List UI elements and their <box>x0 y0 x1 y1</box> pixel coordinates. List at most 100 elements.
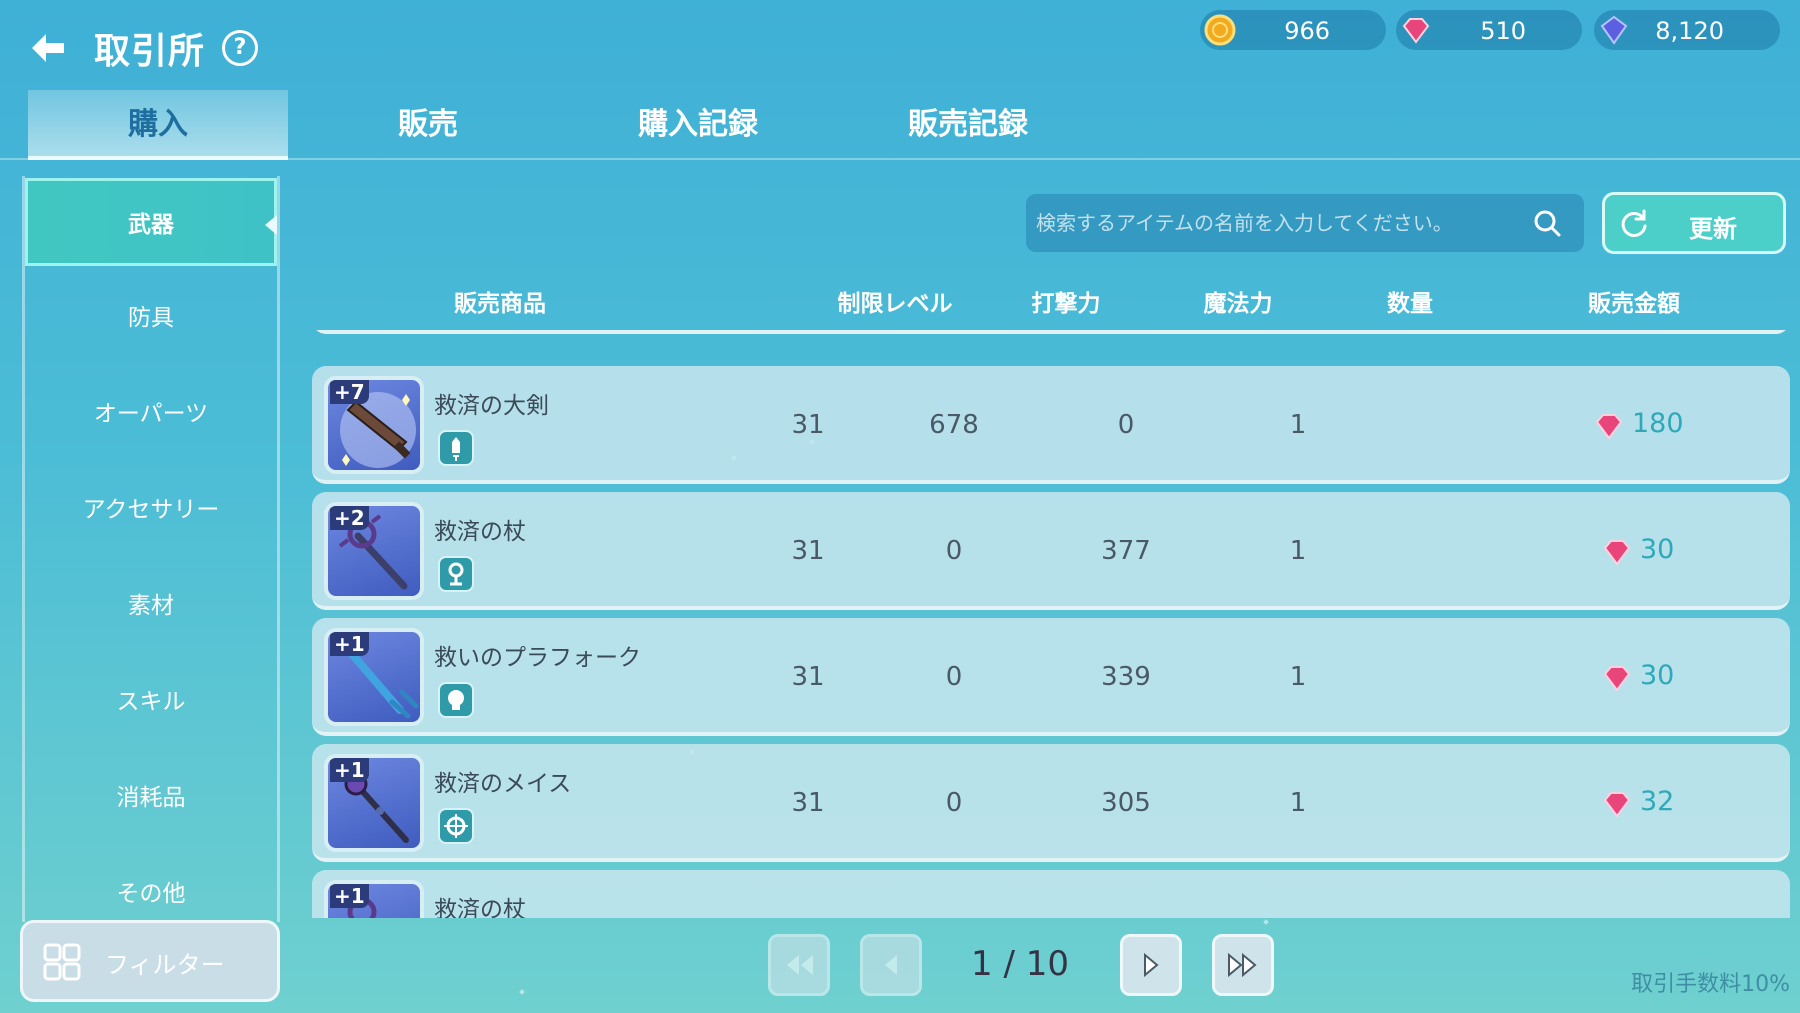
column-header-attack: 打撃力 <box>1031 291 1101 317</box>
item-level: 31 <box>791 788 825 818</box>
item-magic: 339 <box>1101 662 1151 692</box>
gold-value: 966 <box>1284 17 1330 45</box>
sidebar-item-oparts[interactable]: オーパーツ <box>25 370 277 458</box>
tab-sell[interactable]: 販売 <box>298 90 558 160</box>
column-header-quantity: 数量 <box>1387 291 1433 317</box>
tab-sell-history[interactable]: 販売記録 <box>838 90 1098 160</box>
item-attack: 0 <box>945 536 963 566</box>
item-level: 31 <box>791 536 825 566</box>
item-level: 31 <box>791 410 825 440</box>
tab-buy[interactable]: 購入 <box>28 90 288 160</box>
sidebar-item-weapons[interactable]: 武器 <box>25 178 277 266</box>
chevron-left-icon <box>885 955 897 975</box>
pink-gem-icon <box>1402 18 1430 44</box>
item-list: +7 救済の大剣 31 678 0 1 180 +2 救済の杖 31 0 377… <box>312 330 1790 918</box>
enhance-level: +1 <box>330 758 369 782</box>
blue-gem-value: 8,120 <box>1655 17 1724 45</box>
item-price: 30 <box>1640 660 1675 691</box>
tab-bar: 購入 販売 購入記録 販売記録 <box>28 90 1788 160</box>
grid-icon <box>43 943 81 981</box>
search-box <box>1026 194 1584 252</box>
filter-button[interactable]: フィルター <box>20 920 280 1002</box>
staff-type-icon <box>438 556 474 592</box>
sparkle <box>519 989 525 995</box>
refresh-icon <box>1621 209 1647 237</box>
column-header-magic: 魔法力 <box>1203 291 1273 317</box>
gold-coin-icon <box>1204 14 1236 46</box>
item-quantity: 1 <box>1289 788 1307 818</box>
page-title: 取引所 <box>94 31 206 72</box>
sidebar-item-consumables[interactable]: 消耗品 <box>25 754 277 842</box>
tab-divider <box>0 158 1800 160</box>
first-page-button[interactable] <box>768 934 830 996</box>
skull-type-icon <box>438 682 474 718</box>
item-name: 救済の杖 <box>434 519 526 545</box>
currency-gold: 966 <box>1200 10 1386 50</box>
search-icon[interactable] <box>1532 208 1562 238</box>
chevron-right-icon <box>1144 952 1159 978</box>
currency-pink-gem: 510 <box>1396 10 1582 50</box>
item-attack: 0 <box>945 662 963 692</box>
item-attack: 0 <box>945 788 963 818</box>
category-sidebar: 武器 防具 オーパーツ アクセサリー 素材 スキル 消耗品 その他 <box>22 176 280 922</box>
column-header-item: 販売商品 <box>454 291 546 317</box>
item-name: 救済の杖 <box>434 897 526 918</box>
table-row[interactable]: +1 救済の杖 <box>312 870 1790 918</box>
next-page-button[interactable] <box>1120 934 1182 996</box>
help-button[interactable]: ? <box>222 30 258 66</box>
column-header-price: 販売金額 <box>1588 291 1680 317</box>
last-page-button[interactable] <box>1212 934 1274 996</box>
enhance-level: +7 <box>330 380 369 404</box>
table-row[interactable]: +1 救済のメイス 31 0 305 1 32 <box>312 744 1790 862</box>
sidebar-item-materials[interactable]: 素材 <box>25 562 277 650</box>
enhance-level: +2 <box>330 506 369 530</box>
item-name: 救済の大剣 <box>434 393 549 419</box>
tab-buy-history[interactable]: 購入記録 <box>568 90 828 160</box>
item-quantity: 1 <box>1289 410 1307 440</box>
item-magic: 0 <box>1117 410 1135 440</box>
search-input[interactable] <box>1036 202 1506 244</box>
pink-gem-icon <box>1603 792 1631 818</box>
sword-type-icon <box>438 430 474 466</box>
item-name: 救済のメイス <box>434 771 572 797</box>
blue-gem-icon <box>1600 15 1628 45</box>
enhance-level: +1 <box>330 632 369 656</box>
item-magic: 305 <box>1101 788 1151 818</box>
item-price: 180 <box>1632 408 1684 439</box>
crosshair-type-icon <box>438 808 474 844</box>
table-row[interactable]: +2 救済の杖 31 0 377 1 30 <box>312 492 1790 610</box>
item-thumbnail-staff: +1 <box>324 880 424 918</box>
sparkle <box>1263 919 1269 925</box>
item-name: 救いのプラフォーク <box>434 645 641 671</box>
item-price: 32 <box>1640 786 1675 817</box>
page-indicator: 1 / 10 <box>971 944 1069 984</box>
item-thumbnail-staff: +2 <box>324 502 424 600</box>
refresh-button[interactable]: 更新 <box>1602 192 1786 254</box>
double-chevron-left-icon <box>787 955 813 975</box>
enhance-level: +1 <box>330 884 369 908</box>
table-row[interactable]: +1 救いのプラフォーク 31 0 339 1 30 <box>312 618 1790 736</box>
item-magic: 377 <box>1101 536 1151 566</box>
item-thumbnail-mace: +1 <box>324 754 424 852</box>
filter-label: フィルター <box>105 951 225 979</box>
refresh-label: 更新 <box>1689 215 1737 243</box>
currency-blue-gem: 8,120 <box>1594 10 1780 50</box>
fee-text: 取引手数料10% <box>1631 972 1790 997</box>
item-level: 31 <box>791 662 825 692</box>
sidebar-item-accessories[interactable]: アクセサリー <box>25 466 277 554</box>
table-row[interactable] <box>312 330 1790 334</box>
column-header-level: 制限レベル <box>837 291 953 317</box>
sidebar-item-skills[interactable]: スキル <box>25 658 277 746</box>
item-thumbnail-greatsword: +7 <box>324 376 424 474</box>
item-price: 30 <box>1640 534 1675 565</box>
sidebar-item-armor[interactable]: 防具 <box>25 274 277 362</box>
back-arrow-icon[interactable] <box>28 30 68 66</box>
pink-gem-icon <box>1603 666 1631 692</box>
pink-gem-icon <box>1595 414 1623 440</box>
prev-page-button[interactable] <box>860 934 922 996</box>
item-thumbnail-fork: +1 <box>324 628 424 726</box>
pink-gem-icon <box>1603 540 1631 566</box>
item-quantity: 1 <box>1289 662 1307 692</box>
table-row[interactable]: +7 救済の大剣 31 678 0 1 180 <box>312 366 1790 484</box>
item-quantity: 1 <box>1289 536 1307 566</box>
